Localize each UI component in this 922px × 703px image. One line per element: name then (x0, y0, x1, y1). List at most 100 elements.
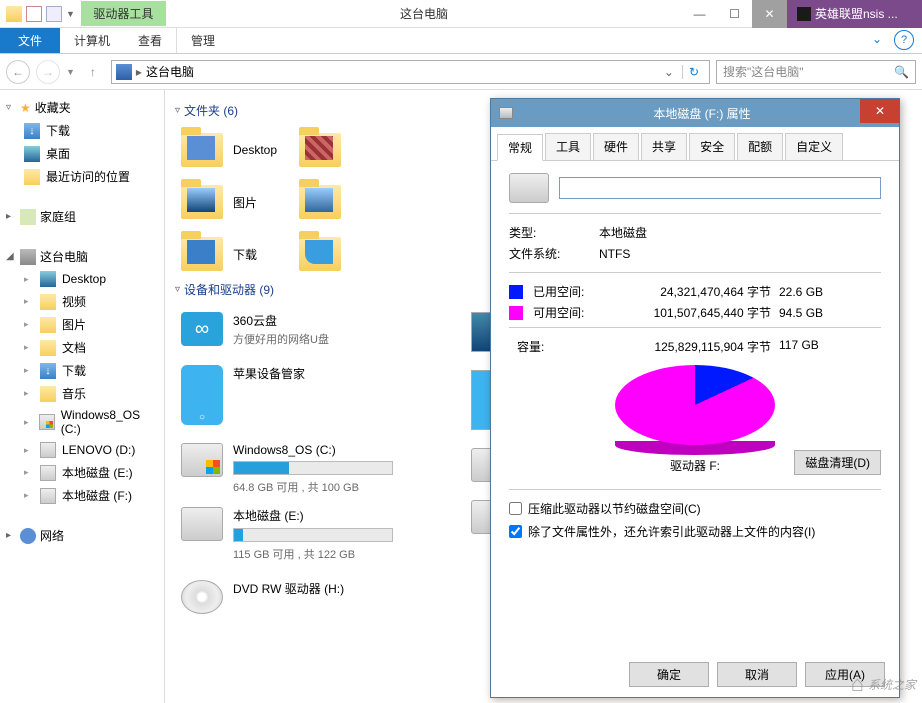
minimize-button[interactable]: — (682, 0, 717, 28)
tree-expand-icon[interactable]: ▸ (24, 274, 34, 285)
folder-item[interactable]: Desktop (175, 127, 283, 173)
properties-tab[interactable]: 自定义 (785, 133, 843, 160)
breadcrumb-path[interactable]: 这台电脑 (146, 63, 194, 80)
folder-item[interactable] (293, 179, 347, 225)
folder-item[interactable]: 图片 (175, 179, 283, 225)
sidebar-favorites[interactable]: ▿ ★ 收藏夹 (0, 96, 164, 119)
usage-bar (233, 461, 393, 475)
sidebar-item[interactable]: 最近访问的位置 (0, 165, 164, 188)
sidebar-network[interactable]: ▸ 网络 (0, 524, 164, 547)
item-label: 本地磁盘 (F:) (62, 487, 132, 504)
ok-button[interactable]: 确定 (629, 662, 709, 687)
properties-icon[interactable] (26, 6, 42, 22)
properties-tab[interactable]: 常规 (497, 134, 543, 161)
sidebar-item[interactable]: ▸本地磁盘 (E:) (0, 461, 164, 484)
folder-item[interactable]: 下载 (175, 231, 283, 277)
used-bytes: 24,321,470,464 字节 (621, 283, 771, 300)
help-icon[interactable]: ? (894, 30, 914, 50)
compress-label: 压缩此驱动器以节约磁盘空间(C) (528, 500, 701, 517)
tab-view[interactable]: 查看 (124, 28, 176, 53)
sidebar-item[interactable]: ▸下载 (0, 359, 164, 382)
address-bar[interactable]: ▸ 这台电脑 ⌄ ↻ (111, 60, 710, 84)
drive-item[interactable]: Windows8_OS (C:) 64.8 GB 可用 , 共 100 GB (175, 437, 455, 501)
drive-item[interactable]: 本地磁盘 (E:) 115 GB 可用 , 共 122 GB (175, 501, 455, 568)
tree-expand-icon[interactable]: ▸ (24, 490, 34, 501)
taskbar-item-lol[interactable]: 英雄联盟nsis ... (787, 0, 922, 28)
sidebar-item[interactable]: ▸ 音乐 (0, 382, 164, 405)
qat-dropdown-icon[interactable]: ▼ (66, 9, 75, 19)
index-checkbox[interactable] (509, 525, 522, 538)
tree-collapse-icon[interactable]: ▿ (6, 102, 16, 113)
quick-access-toolbar: ▼ (0, 6, 81, 22)
properties-tab[interactable]: 硬件 (593, 133, 639, 160)
cloud-drive-item[interactable]: ∞ 360云盘 方便好用的网络U盘 (175, 306, 455, 353)
properties-tab[interactable]: 共享 (641, 133, 687, 160)
devices-header-label: 设备和驱动器 (9) (184, 281, 274, 298)
folder-item[interactable] (293, 127, 347, 173)
tree-expand-icon[interactable]: ▸ (24, 296, 34, 307)
sidebar-item[interactable]: ▸Windows8_OS (C:) (0, 405, 164, 439)
tree-collapse-icon[interactable]: ◢ (6, 251, 16, 262)
tree-expand-icon[interactable]: ▸ (24, 467, 34, 478)
up-button[interactable]: ↑ (81, 60, 105, 84)
tree-expand-icon[interactable]: ▸ (24, 319, 34, 330)
tree-expand-icon[interactable]: ▸ (24, 342, 34, 353)
folder-item[interactable] (293, 231, 347, 277)
tab-manage[interactable]: 管理 (176, 28, 229, 53)
item-icon (40, 465, 56, 481)
pc-icon (116, 64, 132, 80)
sidebar-item[interactable]: ▸ 本地磁盘 (F:) (0, 484, 164, 507)
index-checkbox-row[interactable]: 除了文件属性外，还允许索引此驱动器上文件的内容(I) (509, 523, 881, 540)
item-label: 音乐 (62, 385, 86, 402)
maximize-button[interactable]: ☐ (717, 0, 752, 28)
ribbon-expand-icon[interactable]: ⌄ (864, 28, 890, 53)
tree-expand-icon[interactable]: ▸ (24, 445, 34, 456)
star-icon: ★ (20, 101, 31, 115)
cancel-button[interactable]: 取消 (717, 662, 797, 687)
address-dropdown-icon[interactable]: ⌄ (660, 65, 678, 79)
refresh-icon[interactable]: ↻ (682, 65, 705, 79)
sidebar-item[interactable]: ▸视频 (0, 290, 164, 313)
properties-tab[interactable]: 安全 (689, 133, 735, 160)
dialog-footer: 确定 取消 应用(A) (629, 662, 885, 687)
item-label: 文档 (62, 339, 86, 356)
tree-expand-icon[interactable]: ▸ (24, 388, 34, 399)
sidebar-homegroup[interactable]: ▸ 家庭组 (0, 205, 164, 228)
breadcrumb-separator: ▸ (136, 65, 142, 79)
dialog-close-button[interactable]: ✕ (860, 99, 900, 123)
compress-checkbox[interactable] (509, 502, 522, 515)
close-button[interactable]: ✕ (752, 0, 787, 28)
sidebar-item[interactable]: 桌面 (0, 142, 164, 165)
free-gb: 94.5 GB (779, 306, 839, 320)
back-button[interactable]: ← (6, 60, 30, 84)
sidebar-this-pc[interactable]: ◢ 这台电脑 (0, 245, 164, 268)
tree-expand-icon[interactable]: ▸ (24, 365, 34, 376)
sidebar-item[interactable]: 下载 (0, 119, 164, 142)
dvd-drive-item[interactable]: DVD RW 驱动器 (H:) (175, 574, 455, 620)
lol-icon (797, 7, 811, 21)
item-label: Desktop (62, 272, 106, 286)
new-folder-icon[interactable] (46, 6, 62, 22)
sidebar-item[interactable]: ▸LENOVO (D:) (0, 439, 164, 461)
history-dropdown-icon[interactable]: ▼ (66, 67, 75, 77)
properties-tab[interactable]: 配额 (737, 133, 783, 160)
tree-expand-icon[interactable]: ▸ (24, 417, 33, 428)
item-label: 图片 (62, 316, 86, 333)
disk-cleanup-button[interactable]: 磁盘清理(D) (794, 450, 881, 475)
sidebar-item[interactable]: ▸ 文档 (0, 336, 164, 359)
watermark: ⌂ 系统之家 (851, 671, 916, 697)
sidebar-item[interactable]: ▸ 图片 (0, 313, 164, 336)
tree-expand-icon[interactable]: ▸ (6, 530, 16, 541)
tree-expand-icon[interactable]: ▸ (6, 211, 16, 222)
drive-label-input[interactable] (559, 177, 881, 199)
properties-tab[interactable]: 工具 (545, 133, 591, 160)
search-input[interactable]: 搜索"这台电脑" 🔍 (716, 60, 916, 84)
capacity-bytes: 125,829,115,904 字节 (621, 338, 771, 355)
sidebar-item[interactable]: ▸ Desktop (0, 268, 164, 290)
tab-file[interactable]: 文件 (0, 28, 60, 53)
apple-device-item[interactable]: 苹果设备管家 (175, 359, 455, 431)
dialog-titlebar[interactable]: 本地磁盘 (F:) 属性 (491, 99, 899, 127)
forward-button[interactable]: → (36, 60, 60, 84)
tab-computer[interactable]: 计算机 (60, 28, 124, 53)
compress-checkbox-row[interactable]: 压缩此驱动器以节约磁盘空间(C) (509, 500, 881, 517)
